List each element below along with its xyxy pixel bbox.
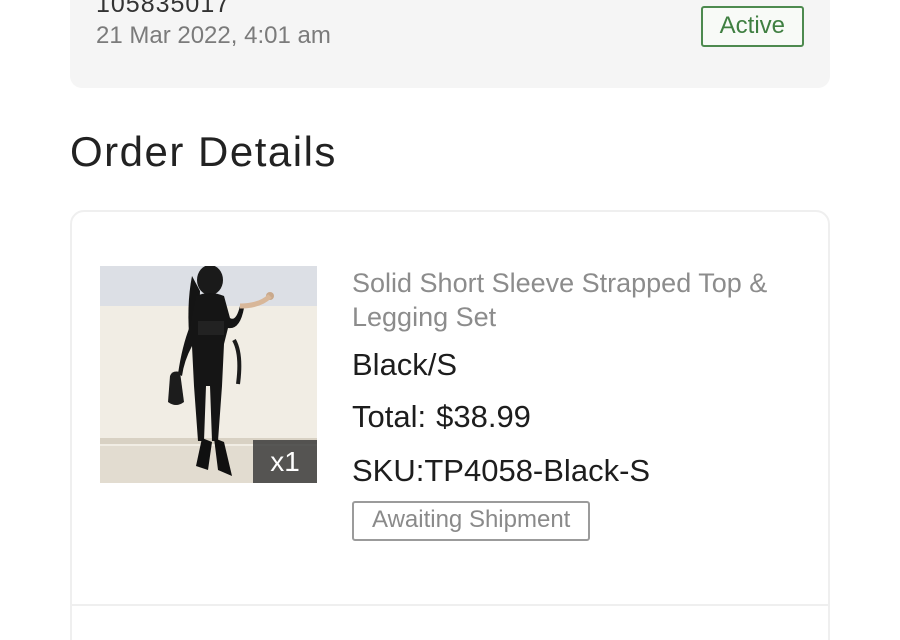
product-info: Solid Short Sleeve Strapped Top & Leggin… — [352, 266, 812, 541]
quantity-badge: x1 — [253, 440, 317, 483]
product-total: Total: $38.99 — [352, 399, 812, 435]
order-date: 21 Mar 2022, 4:01 am — [96, 22, 331, 49]
sku-value: TP4058-Black-S — [424, 453, 651, 488]
product-variant: Black/S — [352, 347, 458, 382]
card-divider — [72, 604, 828, 606]
order-id: 105835017 — [96, 0, 231, 18]
total-label: Total: — [352, 399, 427, 434]
section-title: Order Details — [70, 128, 337, 175]
product-image[interactable]: x1 — [100, 266, 317, 483]
sku-label: SKU: — [352, 453, 425, 488]
shipment-status-badge: Awaiting Shipment — [352, 501, 591, 541]
product-sku: SKU:TP4058-Black-S — [352, 453, 812, 489]
total-value: $38.99 — [436, 399, 531, 434]
order-status-badge: Active — [700, 6, 804, 47]
order-summary-card[interactable]: 105835017 21 Mar 2022, 4:01 am Active — [70, 0, 830, 88]
order-page: 105835017 21 Mar 2022, 4:01 am Active Or… — [0, 0, 900, 640]
order-details-card: x1 Solid Short Sleeve Strapped Top & Leg… — [70, 210, 830, 640]
product-name[interactable]: Solid Short Sleeve Strapped Top & Leggin… — [352, 266, 812, 334]
